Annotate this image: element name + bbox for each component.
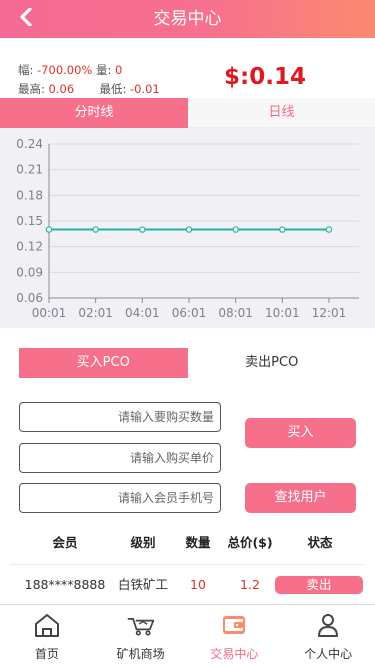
volume-label: 量: [96,63,112,77]
change-value: -700.00% [37,63,93,77]
tab-daily[interactable]: 日线 [188,98,375,128]
trading-center-page: 交易中心 幅: -700.00% 量: 0 最高: 0.06 最低: -0.01… [0,0,375,665]
orders-table-header: 会员 级别 数量 总价($) 状态 [0,528,375,558]
current-price: $:0.14 [224,64,306,90]
tabbar-profile[interactable]: 个人中心 [281,605,375,665]
data-point [92,226,99,233]
home-icon [32,611,62,639]
price-chart: 0.24 0.21 0.18 0.15 0.12 0.09 0.06 00:01 02:01 04… [0,128,375,328]
tab-sell[interactable]: 卖出PCO [187,348,356,378]
header-quantity: 数量 [185,535,211,550]
row-quantity: 10 [190,577,206,592]
x-tick-label: 02:01 [78,306,113,320]
volume-value: 0 [115,63,123,77]
high-value: 0.06 [48,82,75,96]
data-point [232,226,239,233]
price-input[interactable] [20,444,220,472]
phone-field[interactable] [19,483,221,513]
x-tick-label: 00:01 [32,306,67,320]
market-stats: 幅: -700.00% 量: 0 最高: 0.06 最低: -0.01 $:0.… [0,38,375,98]
price-chart-svg: 0.24 0.21 0.18 0.15 0.12 0.09 0.0600:01 02:01 04… [16,137,359,320]
tabbar-home[interactable]: 首页 [0,605,94,665]
data-point [45,226,53,233]
wallet-icon [219,611,249,639]
data-point [325,226,333,233]
change-volume-line: 幅: -700.00% 量: 0 [18,62,122,78]
tabbar-mining-mall[interactable]: 矿机商场 [94,605,188,665]
quantity-field[interactable] [19,402,221,432]
x-tick-label: 10:01 [265,306,300,320]
app-header: 交易中心 [0,0,375,38]
low-label: 最低: [99,82,127,96]
price-field[interactable] [19,443,221,473]
quantity-input[interactable] [20,403,220,431]
data-point [139,226,146,233]
chart-tabs: 分时线 日线 [0,98,375,128]
tabbar-label-home: 首页 [34,647,59,661]
high-low-line: 最高: 0.06 最低: -0.01 [18,81,160,97]
x-tick-label: 12:01 [312,306,347,320]
user-icon [313,611,343,639]
mining-cart-icon [126,611,156,639]
tabbar-label-trading-center: 交易中心 [210,647,259,661]
y-tick-label: 0.12 [16,240,43,254]
tabbar-label-profile: 个人中心 [304,647,353,661]
find-user-button[interactable]: 查找用户 [245,483,356,513]
y-tick-label: 0.15 [16,214,43,228]
y-tick-label: 0.18 [16,188,43,202]
data-point [185,226,193,233]
y-tick-label: 0.09 [16,265,43,279]
y-tick-label: 0.24 [16,137,43,151]
bottom-tab-bar: 首页 矿机商场 交易中心 个人中心 [0,604,375,665]
trade-tabs: 买入PCO 卖出PCO [19,348,356,378]
y-tick-label: 0.06 [16,291,43,305]
x-tick-label: 08:01 [218,306,253,320]
tabbar-trading-center[interactable]: 交易中心 [188,605,282,665]
header-level: 级别 [130,535,156,550]
tab-intraday[interactable]: 分时线 [0,98,188,128]
table-row: 188****8888 白铁矿工 10 1.2 卖出 [0,573,375,597]
phone-input[interactable] [20,484,220,512]
sell-button[interactable]: 卖出 [275,576,363,594]
x-tick-label: 06:01 [172,306,207,320]
data-point [279,226,286,233]
row-level: 白铁矿工 [117,577,168,592]
high-label: 最高: [18,82,45,96]
row-total: 1.2 [240,577,260,592]
buy-button[interactable]: 买入 [245,418,356,448]
header-member: 会员 [52,535,78,550]
y-tick-label: 0.21 [16,163,43,177]
x-tick-label: 04:01 [125,306,160,320]
header-total: 总价($) [227,535,273,550]
change-label: 幅: [18,63,34,77]
page-title: 交易中心 [153,9,222,29]
tabbar-label-mining-mall: 矿机商场 [116,647,165,661]
header-status: 状态 [307,535,333,550]
table-divider [10,564,365,565]
tab-buy[interactable]: 买入PCO [19,348,188,378]
row-member: 188****8888 [24,577,106,592]
low-value: -0.01 [129,82,160,96]
